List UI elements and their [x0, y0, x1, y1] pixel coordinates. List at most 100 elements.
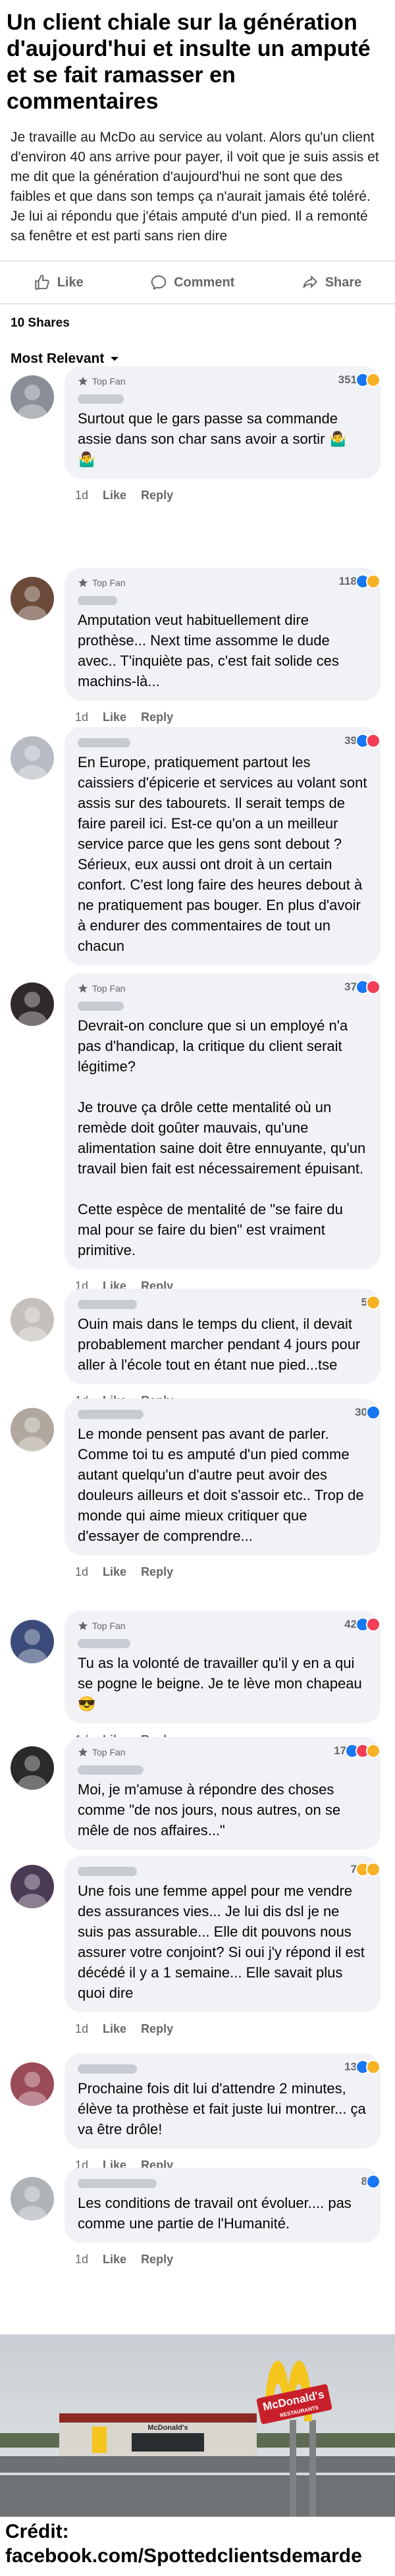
star-icon [78, 984, 88, 993]
avatar[interactable] [11, 1298, 54, 1341]
comment-text: Amputation veut habituellement dire prot… [78, 612, 343, 689]
comment-reply-link[interactable]: Reply [141, 2022, 173, 2036]
badge-label: Top Fan [92, 577, 126, 588]
avatar[interactable] [11, 577, 54, 620]
share-button-label: Share [325, 275, 362, 290]
commenter-name-redacted[interactable] [78, 391, 367, 407]
commenter-name-redacted[interactable] [78, 735, 367, 751]
comment-text: Les conditions de travail ont évoluer...… [78, 2195, 356, 2232]
top-fan-badge: Top Fan [78, 374, 367, 389]
comment-like-link[interactable]: Like [103, 2253, 126, 2267]
comment-bubble: Ouin mais dans le temps du client, il de… [65, 1289, 381, 1384]
wow-reaction-icon [366, 1862, 381, 1877]
avatar[interactable] [11, 736, 54, 780]
shares-count[interactable]: 10 Shares [0, 304, 395, 342]
share-button[interactable]: Share [302, 274, 362, 291]
comment-reply-link[interactable]: Reply [141, 2253, 173, 2267]
comment-meta: 1d Like Reply 30 [65, 1405, 381, 1583]
comment-timestamp[interactable]: 1d [75, 1565, 88, 1579]
comment-timestamp[interactable]: 1d [75, 489, 88, 502]
share-icon [302, 275, 317, 288]
like-reaction-icon [366, 2174, 381, 2189]
avatar-image [11, 375, 54, 419]
comment-text: Devrait-on conclure que si un employé n'… [78, 1017, 366, 1258]
like-reaction-icon [366, 1405, 381, 1420]
comment-bubble: Prochaine fois dit lui d'attendre 2 minu… [65, 2053, 381, 2149]
avatar[interactable] [11, 375, 54, 419]
comment-timestamp[interactable]: 1d [75, 711, 88, 724]
reaction-summary[interactable]: 17 [334, 1744, 381, 1758]
badge-label: Top Fan [92, 1621, 126, 1631]
avatar-image [11, 2177, 54, 2220]
comment-bubble: Top Fan Devrait-on conclure que si un emp… [65, 973, 381, 1270]
commenter-name-redacted[interactable] [78, 1407, 367, 1422]
top-fan-badge: Top Fan [78, 981, 367, 996]
commenter-name-redacted[interactable] [78, 1762, 367, 1778]
commenter-name-redacted[interactable] [78, 593, 367, 608]
commenter-name-redacted[interactable] [78, 2176, 367, 2191]
comment: Top Fan Devrait-on conclure que si un emp… [0, 973, 395, 1297]
commenter-name-redacted[interactable] [78, 1297, 367, 1312]
like-button[interactable]: Like [34, 274, 84, 291]
haha-reaction-icon [366, 574, 381, 589]
comment-text: En Europe, pratiquement partout les cais… [78, 754, 371, 954]
avatar[interactable] [11, 1408, 54, 1451]
reaction-summary[interactable]: 7 [351, 1862, 381, 1877]
reaction-summary[interactable]: 118 [339, 574, 381, 589]
avatar[interactable] [11, 2062, 54, 2106]
comment-text: Le monde pensent pas avant de parler. Co… [78, 1426, 368, 1544]
reaction-summary[interactable]: 8 [361, 2174, 381, 2189]
reaction-summary[interactable]: 42 [344, 1617, 381, 1632]
comment-bubble: Les conditions de travail ont évoluer...… [65, 2168, 381, 2243]
comment-meta: 1d Like Reply 8 [65, 2174, 381, 2270]
avatar[interactable] [11, 1746, 54, 1790]
comment-icon [151, 275, 167, 290]
love-reaction-icon [366, 1617, 381, 1632]
comment-like-link[interactable]: Like [103, 711, 126, 724]
haha-reaction-icon [366, 1744, 381, 1758]
haha-reaction-icon [366, 2060, 381, 2074]
commenter-name-redacted[interactable] [78, 998, 367, 1014]
chevron-down-icon [111, 357, 119, 361]
commenter-name-redacted[interactable] [78, 2061, 367, 2077]
avatar-image [11, 1620, 54, 1663]
comment: Une fois une femme appel pour me vendre … [0, 1856, 395, 2040]
comment-like-link[interactable]: Like [103, 2022, 126, 2036]
comment-like-link[interactable]: Like [103, 1565, 126, 1579]
comment-text: Une fois une femme appel pour me vendre … [78, 1883, 369, 2001]
comment-meta: 1d Like Reply 7 [65, 1862, 381, 2040]
avatar[interactable] [11, 982, 54, 1026]
reaction-summary[interactable]: 5 [361, 1295, 381, 1310]
reaction-summary[interactable]: 39 [344, 734, 381, 748]
comment-timestamp[interactable]: 1d [75, 2253, 88, 2267]
comment-bubble: En Europe, pratiquement partout les cais… [65, 727, 381, 965]
comment-reply-link[interactable]: Reply [141, 489, 173, 502]
comment-reply-link[interactable]: Reply [141, 1565, 173, 1579]
top-fan-badge: Top Fan [78, 1745, 367, 1759]
avatar[interactable] [11, 1620, 54, 1663]
badge-label: Top Fan [92, 983, 126, 994]
comment-text: Moi, je m'amuse à répondre des choses co… [78, 1781, 345, 1838]
reaction-summary[interactable]: 30 [355, 1405, 381, 1420]
haha-reaction-icon [366, 373, 381, 387]
reaction-count: 351 [338, 373, 357, 386]
avatar[interactable] [11, 2177, 54, 2220]
comment-reply-link[interactable]: Reply [141, 711, 173, 724]
reaction-summary[interactable]: 37 [344, 980, 381, 994]
commenter-name-redacted[interactable] [78, 1636, 367, 1651]
comment-like-link[interactable]: Like [103, 489, 126, 502]
top-fan-badge: Top Fan [78, 576, 367, 590]
reaction-summary[interactable]: 13 [344, 2060, 381, 2074]
badge-label: Top Fan [92, 376, 126, 387]
page: Un client chiale sur la génération d'auj… [0, 0, 395, 2576]
avatar-image [11, 2062, 54, 2106]
comment-timestamp[interactable]: 1d [75, 2022, 88, 2036]
comment: Prochaine fois dit lui d'attendre 2 minu… [0, 2053, 395, 2176]
comment: Top Fan Surtout que le gars passe sa comm… [0, 366, 395, 506]
comment-button[interactable]: Comment [150, 274, 234, 291]
commenter-name-redacted[interactable] [78, 1864, 367, 1879]
love-reaction-icon [366, 734, 381, 748]
reaction-summary[interactable]: 351 [338, 373, 381, 387]
love-reaction-icon [366, 980, 381, 994]
avatar[interactable] [11, 1865, 54, 1908]
